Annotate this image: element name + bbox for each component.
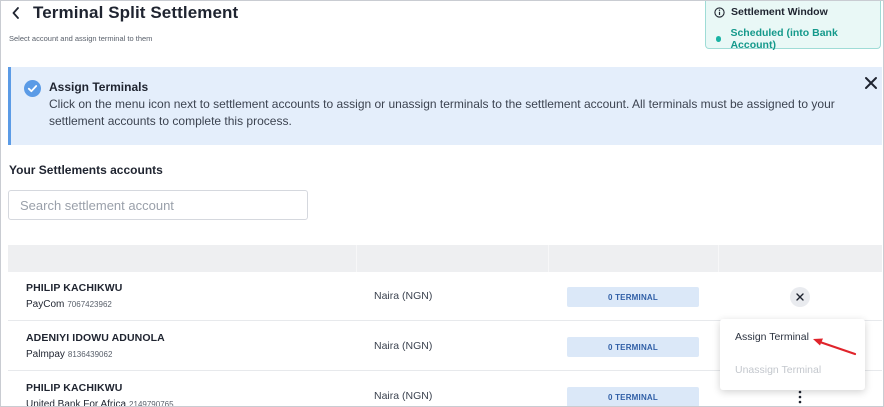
screen: Terminal Split Settlement Select account… [0, 0, 884, 407]
settlement-window-card: Settlement Window Scheduled (into Bank A… [705, 1, 881, 51]
account-name: ADENIYI IDOWU ADUNOLA [26, 332, 165, 344]
account-number: 8136439062 [67, 350, 113, 359]
account-name: PHILIP KACHIKWU [26, 282, 123, 294]
assign-terminals-banner: Assign Terminals Click on the menu icon … [8, 67, 882, 145]
assign-terminal-menu-item[interactable]: Assign Terminal [720, 321, 865, 353]
account-bank: PayCom [26, 299, 65, 310]
column-divider [718, 245, 719, 272]
more-vertical-icon [798, 390, 802, 404]
close-icon [796, 293, 804, 301]
account-name: PHILIP KACHIKWU [26, 382, 123, 394]
page-subtitle: Select account and assign terminal to th… [9, 34, 153, 43]
settlement-window-title-row: Settlement Window [714, 6, 872, 18]
banner-title: Assign Terminals [49, 80, 149, 94]
account-bank: United Bank For Africa [26, 399, 127, 407]
terminal-count-badge: 0 TERMINAL [567, 337, 699, 357]
settlement-window-status: Scheduled (into Bank Account) [730, 27, 838, 51]
row-action-menu: Assign Terminal Unassign Terminal [720, 319, 865, 390]
search-input[interactable] [8, 190, 308, 220]
page-title: Terminal Split Settlement [33, 3, 239, 22]
table-header [8, 245, 882, 272]
account-currency: Naira (NGN) [374, 390, 433, 402]
account-number: 2149790765 [129, 400, 174, 407]
close-icon[interactable] [864, 76, 878, 90]
account-meta: PayCom 7067423962 [26, 299, 112, 310]
table-row: PHILIP KACHIKWU PayCom 7067423962 Naira (… [8, 272, 882, 321]
settlement-window-title: Settlement Window [731, 6, 828, 18]
column-divider [356, 245, 357, 272]
account-meta: United Bank For Africa 2149790765 [26, 399, 174, 407]
terminal-count-badge: 0 TERMINAL [567, 287, 699, 307]
account-currency: Naira (NGN) [374, 340, 433, 352]
terminal-count-badge: 0 TERMINAL [567, 387, 699, 406]
check-circle-icon [24, 80, 41, 97]
page-header: Terminal Split Settlement Select account… [9, 3, 238, 43]
settlement-window-status-row: Scheduled (into Bank Account) [716, 27, 872, 51]
account-meta: Palmpay 8136439062 [26, 349, 112, 360]
title-row: Terminal Split Settlement [9, 3, 238, 23]
chevron-left-icon[interactable] [9, 4, 23, 22]
column-divider [548, 245, 549, 272]
close-menu-button[interactable] [790, 287, 810, 307]
info-icon [714, 6, 725, 18]
section-title: Your Settlements accounts [9, 163, 163, 177]
unassign-terminal-menu-item: Unassign Terminal [735, 364, 822, 376]
row-menu-button[interactable] [790, 387, 810, 406]
account-currency: Naira (NGN) [374, 290, 433, 302]
account-bank: Palmpay [26, 349, 65, 360]
status-dot-icon [716, 36, 722, 42]
account-number: 7067423962 [67, 300, 112, 309]
banner-body: Click on the menu icon next to settlemen… [49, 97, 835, 128]
